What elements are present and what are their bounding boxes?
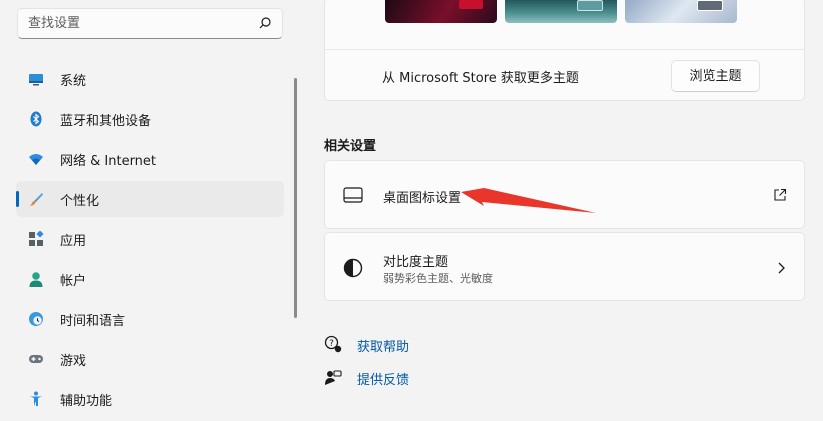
search-input[interactable] <box>18 9 260 38</box>
feedback-link[interactable]: 提供反馈 <box>357 369 409 388</box>
row-title: 对比度主题 <box>383 255 449 270</box>
sidebar-item-personalization[interactable]: 个性化 <box>16 181 284 217</box>
sidebar-item-label: 系统 <box>60 74 87 89</box>
wifi-icon <box>29 154 43 165</box>
sidebar-item-network[interactable]: 网络 & Internet <box>16 141 284 177</box>
chevron-right-icon[interactable] <box>776 261 786 275</box>
help-icon: ? <box>324 335 342 353</box>
sidebar-item-label: 游戏 <box>60 354 87 369</box>
search-icon[interactable] <box>258 16 272 30</box>
theme-accent-chip <box>459 0 483 9</box>
contrast-icon <box>343 258 363 278</box>
row-title: 桌面图标设置 <box>383 191 462 206</box>
sidebar-nav: 系统 蓝牙和其他设备 网络 & Internet 个性化 应用 帐户 时间和语言… <box>16 61 284 421</box>
sidebar-item-gaming[interactable]: 游戏 <box>16 341 284 377</box>
sidebar-item-label: 蓝牙和其他设备 <box>60 114 152 129</box>
sidebar-item-bluetooth[interactable]: 蓝牙和其他设备 <box>16 101 284 137</box>
theme-accent-chip <box>577 0 603 11</box>
external-link-icon[interactable] <box>773 188 787 202</box>
apps-icon <box>29 231 44 246</box>
desktop-icon <box>343 187 363 203</box>
brush-icon <box>30 193 43 206</box>
sidebar-item-label: 应用 <box>60 234 87 249</box>
contrast-themes-row[interactable]: 对比度主题 弱势彩色主题、光敏度 <box>324 232 805 301</box>
card-divider <box>325 49 804 50</box>
sidebar-item-label: 网络 & Internet <box>60 154 157 169</box>
store-prompt-text: 从 Microsoft Store 获取更多主题 <box>382 71 579 86</box>
feedback-icon <box>325 370 342 385</box>
row-subtitle: 弱势彩色主题、光敏度 <box>383 272 493 285</box>
get-help-link[interactable]: 获取帮助 <box>357 336 409 355</box>
sidebar-item-label: 帐户 <box>60 274 87 289</box>
theme-thumbnail-bloom[interactable] <box>625 0 737 23</box>
related-settings-title: 相关设置 <box>324 139 377 154</box>
browse-themes-button[interactable]: 浏览主题 <box>671 60 760 92</box>
sidebar-item-label: 辅助功能 <box>60 394 113 409</box>
account-icon <box>29 272 43 287</box>
theme-store-card: 从 Microsoft Store 获取更多主题 浏览主题 <box>324 0 805 101</box>
theme-thumbnail-glow[interactable] <box>505 0 617 23</box>
monitor-icon <box>29 74 43 86</box>
sidebar-item-label: 个性化 <box>60 194 100 209</box>
sidebar-item-accessibility[interactable]: 辅助功能 <box>16 381 284 417</box>
theme-accent-chip <box>697 0 723 11</box>
desktop-icon-settings-row[interactable]: 桌面图标设置 <box>324 160 805 229</box>
sidebar-item-label: 时间和语言 <box>60 314 126 329</box>
sidebar-item-accounts[interactable]: 帐户 <box>16 261 284 297</box>
bluetooth-icon <box>30 111 42 127</box>
search-box[interactable] <box>17 8 283 39</box>
clock-globe-icon <box>29 312 43 326</box>
sidebar-item-apps[interactable]: 应用 <box>16 221 284 257</box>
svg-text:?: ? <box>329 339 334 349</box>
sidebar-item-time-language[interactable]: 时间和语言 <box>16 301 284 337</box>
sidebar-item-system[interactable]: 系统 <box>16 61 284 97</box>
gamepad-icon <box>29 355 43 363</box>
theme-thumbnail-dark[interactable] <box>385 0 497 23</box>
sidebar-scrollbar[interactable] <box>294 78 297 318</box>
